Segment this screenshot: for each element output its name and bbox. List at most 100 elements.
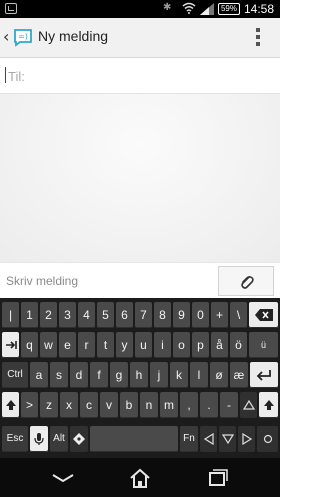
- key-8[interactable]: 8: [154, 302, 171, 328]
- key-j[interactable]: j: [150, 362, 168, 388]
- key-0[interactable]: 0: [192, 302, 209, 328]
- page-title: Ny melding: [38, 28, 109, 44]
- navigation-bar: [0, 458, 280, 497]
- keyboard: | 1 2 3 4 5 6 7 8 9 0 + \ q w e r t y u …: [0, 298, 280, 458]
- key-4[interactable]: 4: [78, 302, 95, 328]
- key-o-slash[interactable]: ø: [210, 362, 228, 388]
- fn-key[interactable]: Fn: [180, 426, 198, 452]
- backspace-icon: [254, 309, 273, 321]
- key-plus[interactable]: +: [211, 302, 228, 328]
- key-x[interactable]: x: [60, 392, 78, 418]
- messaging-app-icon[interactable]: =): [13, 27, 33, 47]
- key-ae[interactable]: æ: [230, 362, 248, 388]
- signal-icon: [200, 3, 214, 15]
- key-greater[interactable]: >: [21, 392, 38, 418]
- key-1[interactable]: 1: [21, 302, 38, 328]
- arrow-up-key[interactable]: [240, 392, 257, 418]
- key-a[interactable]: a: [30, 362, 48, 388]
- attach-button[interactable]: [218, 266, 274, 296]
- arrow-right-icon: [241, 432, 252, 446]
- key-5[interactable]: 5: [97, 302, 114, 328]
- ctrl-key[interactable]: Ctrl: [2, 362, 28, 388]
- key-t[interactable]: t: [97, 332, 114, 358]
- arrow-down-key[interactable]: [219, 426, 236, 452]
- settings-icon: [73, 433, 85, 445]
- action-bar: ‹ =) Ny melding: [0, 18, 280, 58]
- key-k[interactable]: k: [170, 362, 188, 388]
- key-w[interactable]: w: [40, 332, 57, 358]
- key-r[interactable]: r: [78, 332, 95, 358]
- message-input[interactable]: [6, 271, 206, 291]
- key-a-ring[interactable]: å: [211, 332, 228, 358]
- key-h[interactable]: h: [130, 362, 148, 388]
- shift-key-right[interactable]: [259, 392, 278, 418]
- key-7[interactable]: 7: [135, 302, 152, 328]
- key-6[interactable]: 6: [116, 302, 133, 328]
- key-backslash[interactable]: \: [230, 302, 247, 328]
- esc-key[interactable]: Esc: [2, 426, 28, 452]
- text-cursor: [5, 67, 6, 83]
- arrow-left-icon: [203, 432, 214, 446]
- key-f[interactable]: f: [90, 362, 108, 388]
- key-o[interactable]: o: [173, 332, 190, 358]
- arrow-keys-icon: [242, 399, 255, 410]
- key-pipe[interactable]: |: [2, 302, 19, 328]
- paperclip-icon: [241, 276, 254, 289]
- key-g[interactable]: g: [110, 362, 128, 388]
- recipient-row: [0, 58, 280, 94]
- arrow-down-icon: [221, 434, 234, 445]
- key-q[interactable]: q: [21, 332, 38, 358]
- key-d[interactable]: d: [70, 362, 88, 388]
- key-2[interactable]: 2: [40, 302, 57, 328]
- key-3[interactable]: 3: [59, 302, 76, 328]
- enter-key[interactable]: [250, 362, 278, 388]
- mic-key[interactable]: [30, 426, 48, 452]
- arrow-right-key[interactable]: [238, 426, 255, 452]
- arrow-left-key[interactable]: [200, 426, 217, 452]
- nav-home-icon[interactable]: [127, 466, 153, 490]
- key-i[interactable]: i: [154, 332, 171, 358]
- mic-icon: [34, 433, 44, 445]
- key-b[interactable]: b: [120, 392, 138, 418]
- recipient-input[interactable]: [8, 65, 268, 87]
- key-s[interactable]: s: [50, 362, 68, 388]
- key-l[interactable]: l: [190, 362, 208, 388]
- key-p[interactable]: p: [192, 332, 209, 358]
- svg-text:=): =): [18, 32, 28, 41]
- conversation-area: [0, 94, 280, 262]
- key-period[interactable]: .: [200, 392, 218, 418]
- more-vert-icon[interactable]: [256, 28, 260, 46]
- tab-key[interactable]: [2, 332, 19, 358]
- backspace-key[interactable]: [249, 302, 278, 328]
- notification-icon: [5, 3, 17, 14]
- wifi-icon: [182, 2, 196, 14]
- status-bar: ✱ 59% 14:58: [0, 0, 280, 18]
- key-comma[interactable]: ,: [180, 392, 198, 418]
- bluetooth-icon: ✱: [163, 2, 172, 13]
- key-c[interactable]: c: [80, 392, 98, 418]
- key-m[interactable]: m: [160, 392, 178, 418]
- settings-key[interactable]: [70, 426, 88, 452]
- key-y[interactable]: y: [116, 332, 133, 358]
- key-v[interactable]: v: [100, 392, 118, 418]
- chevron-left-icon[interactable]: ‹: [3, 27, 9, 46]
- space-key[interactable]: [90, 426, 178, 452]
- circle-key[interactable]: [257, 426, 278, 452]
- shift-key-left[interactable]: [2, 392, 19, 418]
- clock: 14:58: [244, 2, 275, 16]
- key-u[interactable]: u: [135, 332, 152, 358]
- circle-icon: [263, 434, 272, 444]
- key-9[interactable]: 9: [173, 302, 190, 328]
- nav-recents-icon[interactable]: [204, 466, 230, 490]
- key-z[interactable]: z: [40, 392, 58, 418]
- key-u-umlaut[interactable]: ü: [249, 332, 278, 358]
- shift-icon: [263, 400, 274, 410]
- key-o-umlaut[interactable]: ö: [230, 332, 247, 358]
- key-minus[interactable]: -: [220, 392, 238, 418]
- nav-back-icon[interactable]: [50, 466, 76, 490]
- enter-icon: [256, 370, 271, 381]
- tab-icon: [5, 341, 17, 349]
- key-n[interactable]: n: [140, 392, 158, 418]
- key-e[interactable]: e: [59, 332, 76, 358]
- alt-key[interactable]: Alt: [50, 426, 68, 452]
